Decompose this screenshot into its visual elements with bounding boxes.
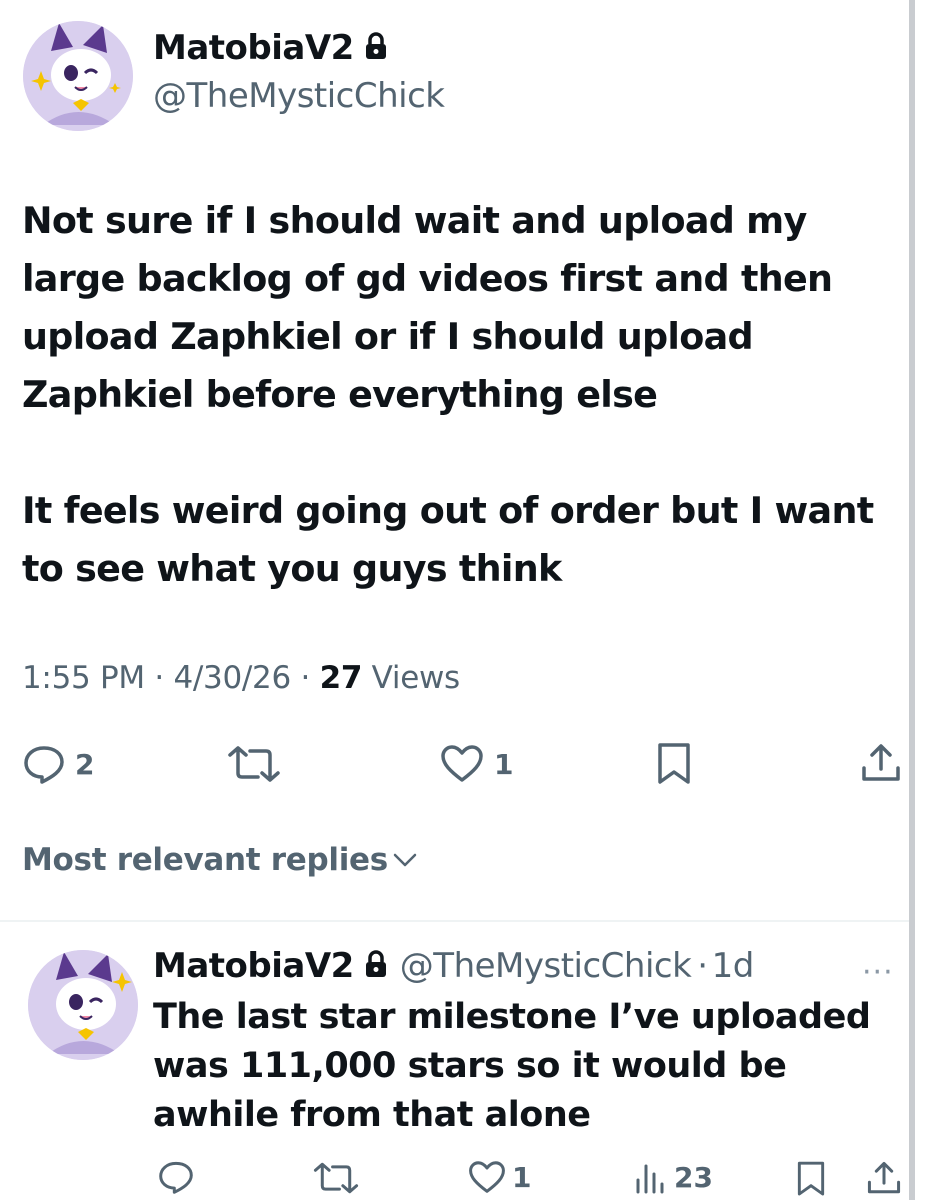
views-count[interactable]: 27 (320, 660, 363, 696)
author-display-name[interactable]: MatobiaV2 (153, 28, 354, 68)
reply-age-separator: · (697, 946, 708, 986)
views-icon (636, 1164, 664, 1194)
tweet-time[interactable]: 1:55 PM (22, 660, 145, 696)
lock-icon (364, 950, 388, 982)
reply-like-button[interactable]: 1 (468, 1161, 531, 1194)
reply-icon (24, 746, 64, 784)
replies-sort-label: Most relevant replies (22, 842, 388, 878)
reply-views-button[interactable]: 23 (634, 1160, 713, 1194)
bookmark-icon (658, 743, 690, 784)
author-name-row: MatobiaV2 (153, 28, 388, 68)
tweet-date[interactable]: 4/30/26 (173, 660, 291, 696)
share-icon (862, 744, 900, 781)
reply-button[interactable]: 2 (23, 744, 94, 784)
bookmark-button[interactable] (656, 742, 692, 786)
reply-age[interactable]: 1d (712, 946, 755, 986)
tweet-text: Not sure if I should wait and upload my … (22, 192, 902, 598)
reply-share-button[interactable] (866, 1160, 902, 1196)
reply-text: The last star milestone I’ve uploaded wa… (153, 997, 871, 1135)
more-icon[interactable]: ··· (862, 955, 894, 990)
retweet-button[interactable] (226, 746, 282, 782)
heart-icon (441, 745, 483, 782)
like-count: 1 (494, 747, 514, 781)
reply-retweet-button[interactable] (312, 1162, 360, 1194)
reply-author-handle[interactable]: @TheMysticChick (400, 946, 692, 986)
chevron-down-icon (393, 853, 417, 867)
reply-count: 2 (75, 747, 95, 781)
reply-avatar[interactable] (28, 950, 138, 1060)
reply-like-count: 1 (512, 1161, 532, 1194)
reply-author-row: MatobiaV2 @TheMysticChick · 1d (153, 946, 754, 986)
meta-separator: · (290, 660, 320, 696)
avatar[interactable] (23, 21, 133, 131)
tweet-text-paragraph: It feels weird going out of order but I … (22, 489, 874, 590)
share-button[interactable] (860, 742, 902, 784)
retweet-icon (228, 746, 280, 782)
tweet-text-paragraph: Not sure if I should wait and upload my … (22, 199, 833, 416)
reply-views-count: 23 (674, 1160, 713, 1194)
like-button[interactable]: 1 (440, 745, 513, 783)
meta-separator: · (144, 660, 174, 696)
bookmark-icon (797, 1161, 825, 1196)
views-label: Views (371, 660, 461, 696)
author-handle[interactable]: @TheMysticChick (153, 76, 445, 116)
reply-author-name[interactable]: MatobiaV2 (153, 946, 354, 986)
replies-sort-dropdown[interactable]: Most relevant replies (22, 842, 418, 878)
reply-reply-button[interactable] (158, 1160, 194, 1194)
reply-icon (159, 1161, 193, 1194)
retweet-icon (313, 1162, 359, 1194)
heart-icon (469, 1161, 505, 1193)
share-icon (867, 1161, 901, 1194)
lock-icon (364, 32, 388, 64)
reply-bookmark-button[interactable] (796, 1160, 826, 1198)
scrollbar[interactable] (909, 0, 915, 1200)
divider (0, 920, 909, 922)
tweet-meta: 1:55 PM · 4/30/26 · 27 Views (22, 660, 460, 696)
